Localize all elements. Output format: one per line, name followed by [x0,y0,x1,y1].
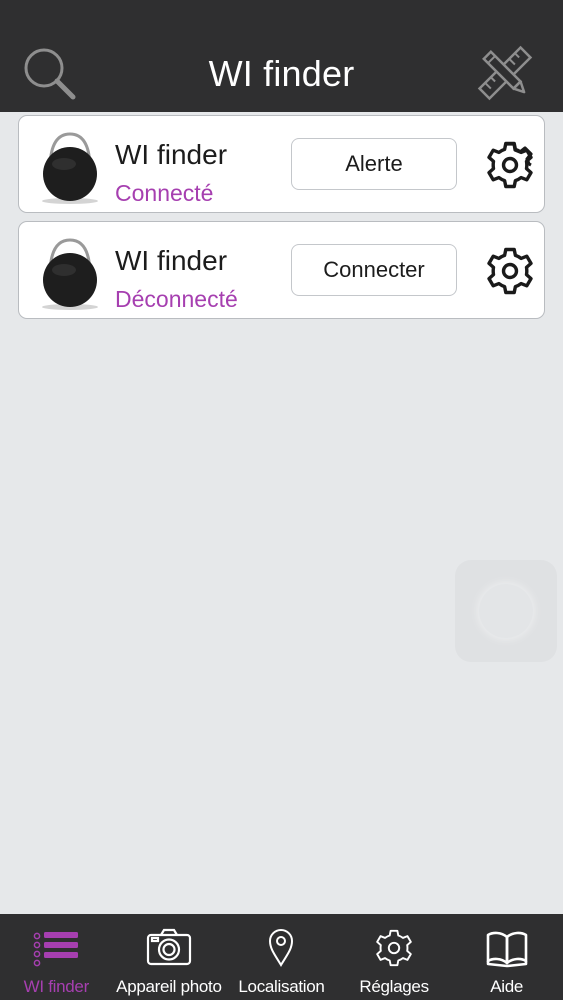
list-icon [33,932,79,967]
device-status: Connecté [115,180,214,206]
camera-icon [146,928,191,966]
tab-aide[interactable]: Aide [450,914,563,1000]
device-card[interactable]: WI finder Déconnecté Connecter [18,221,545,319]
tab-label: Appareil photo [116,977,222,996]
gear-icon[interactable] [485,140,535,190]
tab-label: Réglages [359,977,429,996]
gear-icon [376,929,412,967]
tab-reglages[interactable]: Réglages [338,914,451,1000]
ruler-pencil-icon[interactable] [476,44,534,102]
tab-appareil-photo[interactable]: Appareil photo [113,914,226,1000]
header-bar: WI finder [0,0,563,112]
connect-button[interactable]: Connecter [291,244,457,296]
tab-bar: WI finder Appareil photo Localisation Ré… [0,914,563,1000]
tab-label: WI finder [23,977,90,996]
tag-device-icon [42,238,98,310]
tab-localisation[interactable]: Localisation [225,914,338,1000]
device-name: WI finder [115,245,228,276]
book-icon [486,931,527,968]
tag-device-icon [42,132,98,204]
map-pin-icon [269,929,294,967]
device-card[interactable]: WI finder Connecté Alerte [18,115,545,213]
tab-label: Localisation [238,977,325,996]
gear-icon[interactable] [485,246,535,296]
tab-wi-finder[interactable]: WI finder [0,914,113,1000]
assistive-touch-button[interactable] [455,560,557,662]
alert-button[interactable]: Alerte [291,138,457,190]
device-list: WI finder Connecté Alerte WI finder Déco… [18,115,545,327]
tab-label: Aide [490,977,524,996]
assistive-touch-dot [479,584,533,638]
device-name: WI finder [115,139,228,170]
device-status: Déconnecté [115,286,238,312]
